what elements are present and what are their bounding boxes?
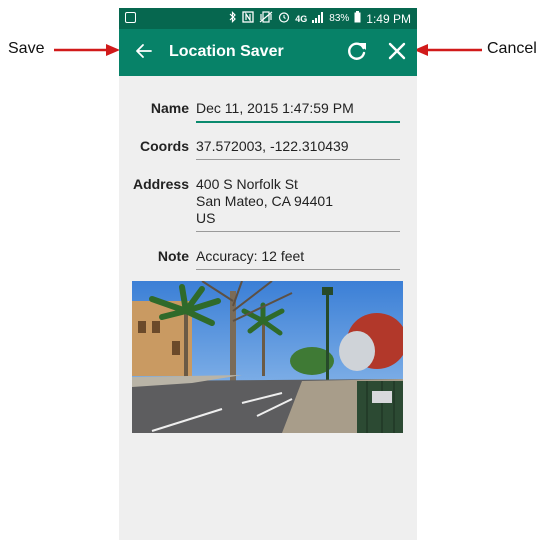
network-type: 4G — [295, 13, 308, 24]
save-back-button[interactable] — [133, 39, 155, 63]
address-field[interactable]: 400 S Norfolk St San Mateo, CA 94401 US — [196, 176, 400, 232]
street-scene-image — [132, 281, 403, 433]
phone-screen: 4G 83% 1:49 PM Location Saver Name Dec 1… — [119, 8, 417, 540]
battery-percent: 83% — [329, 13, 350, 24]
cancel-annotation-label: Cancel — [487, 40, 537, 57]
address-line-1: 400 S Norfolk St — [196, 176, 298, 192]
address-line-3: US — [196, 210, 216, 226]
nfc-icon — [242, 11, 254, 26]
refresh-button[interactable] — [345, 39, 369, 63]
app-bar: Location Saver — [119, 29, 417, 76]
cancel-annotation-arrow — [414, 44, 482, 56]
address-line-2: San Mateo, CA 94401 — [196, 193, 333, 209]
coords-field[interactable]: 37.572003, -122.310439 — [196, 138, 400, 160]
alarm-icon — [278, 11, 290, 26]
coords-label: Coords — [140, 138, 189, 154]
vibrate-icon — [259, 11, 273, 26]
battery-icon — [354, 11, 361, 26]
save-annotation-arrow — [54, 44, 120, 56]
status-bar: 4G 83% 1:49 PM — [119, 8, 417, 29]
address-label: Address — [132, 176, 189, 192]
location-photo[interactable] — [132, 281, 403, 433]
signal-icon — [312, 11, 324, 26]
back-arrow-icon — [136, 44, 152, 58]
note-label: Note — [157, 248, 189, 264]
name-label: Name — [150, 100, 189, 116]
app-title: Location Saver — [169, 43, 284, 60]
image-icon — [125, 12, 136, 23]
name-field[interactable]: Dec 11, 2015 1:47:59 PM — [196, 100, 400, 123]
cancel-button[interactable] — [385, 39, 409, 63]
close-icon — [388, 42, 406, 60]
bluetooth-icon — [229, 11, 237, 26]
status-time: 1:49 PM — [366, 11, 411, 26]
note-field[interactable]: Accuracy: 12 feet — [196, 248, 400, 270]
save-annotation-label: Save — [8, 40, 45, 57]
refresh-icon — [348, 42, 366, 60]
